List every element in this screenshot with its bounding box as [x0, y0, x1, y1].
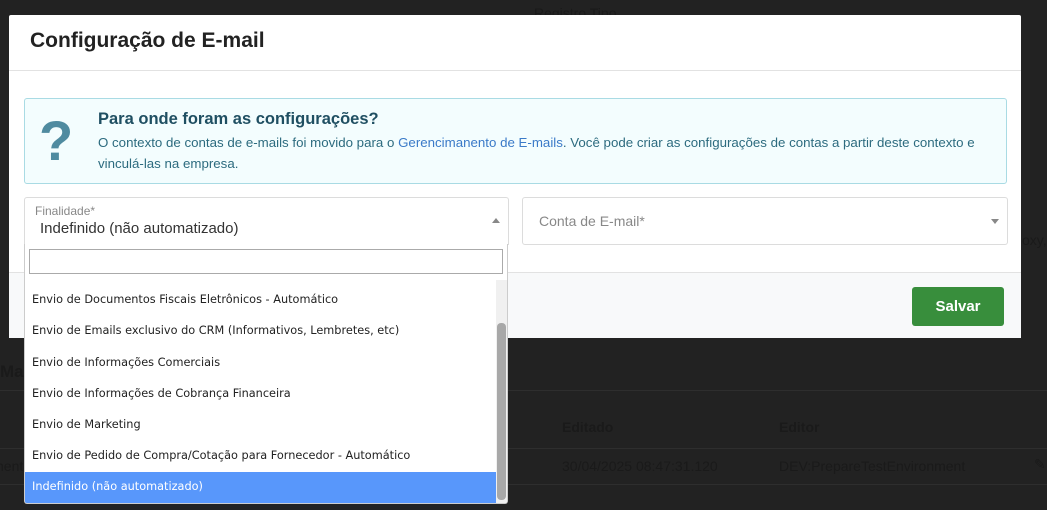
dropdown-option[interactable]: Envio de Informações de Cobrança Finance… — [25, 379, 498, 410]
info-alert: ? Para onde foram as configurações? O co… — [24, 98, 1007, 184]
email-account-placeholder: Conta de E-mail* — [539, 213, 645, 229]
bg-col-editor: Editor — [779, 419, 820, 435]
finalidade-label: Finalidade* — [35, 204, 96, 218]
pencil-icon: ✎ — [1034, 456, 1046, 472]
bg-section-heading: Ma — [0, 362, 24, 381]
dropdown-scrollbar[interactable] — [496, 280, 507, 503]
question-icon: ? — [39, 109, 74, 172]
dropdown-option[interactable]: Envio de Emails exclusivo do CRM (Inform… — [25, 316, 498, 347]
chevron-up-icon — [492, 218, 500, 223]
dropdown-option[interactable]: Envio de Marketing — [25, 410, 498, 441]
email-account-select[interactable]: Conta de E-mail* — [522, 197, 1008, 245]
finalidade-dropdown: Envio de Documentos Fiscais Eletrônicos … — [24, 244, 508, 504]
bg-row-left: nent — [0, 458, 24, 474]
modal-title: Configuração de E-mail — [30, 29, 265, 52]
dropdown-option[interactable]: Envio de Pedido de Compra/Cotação para F… — [25, 441, 498, 472]
bg-side-text: oxy, — [1022, 232, 1047, 248]
dropdown-search-input[interactable] — [29, 249, 503, 274]
dropdown-option[interactable]: Envio de Informações Comerciais — [25, 348, 498, 379]
scrollbar-thumb[interactable] — [497, 323, 506, 500]
chevron-down-icon — [991, 219, 999, 224]
info-heading: Para onde foram as configurações? — [98, 110, 379, 128]
bg-row-editor: DEV:PrepareTestEnvironment — [779, 458, 966, 474]
finalidade-select[interactable]: Finalidade* Indefinido (não automatizado… — [24, 197, 509, 245]
save-button[interactable]: Salvar — [912, 287, 1004, 326]
info-text: O contexto de contas de e-mails foi movi… — [98, 135, 975, 171]
dropdown-option-highlighted[interactable]: Indefinido (não automatizado) — [25, 472, 498, 503]
bg-col-edited: Editado — [562, 419, 614, 435]
email-management-link[interactable]: Gerencimanento de E-mails — [398, 135, 563, 150]
dropdown-option[interactable]: Envio de Documentos Fiscais Eletrônicos … — [25, 285, 498, 316]
finalidade-value: Indefinido (não automatizado) — [40, 220, 239, 237]
bg-row-date: 30/04/2025 08:47:31.120 — [562, 458, 718, 474]
